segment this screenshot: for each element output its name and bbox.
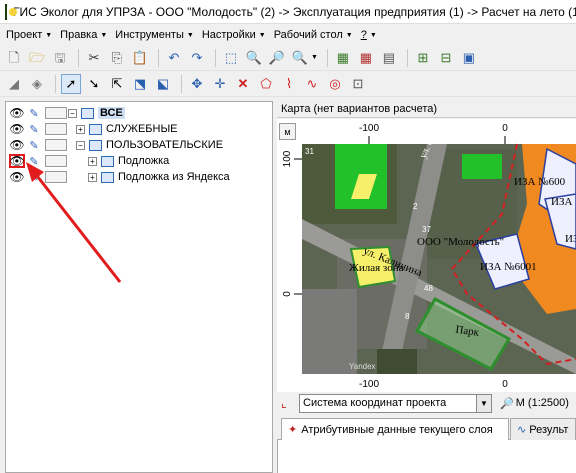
- source-label: ИЗА №600: [514, 176, 566, 188]
- green-zone[interactable]: [462, 154, 502, 179]
- magnifier-icon: 🔎: [500, 397, 514, 410]
- attributes-icon: ✦: [288, 424, 298, 436]
- tab-attributes-label: Атрибутивные данные текущего слоя: [301, 423, 493, 436]
- coordinate-system-select[interactable]: Система координат проекта ▼: [299, 393, 492, 413]
- building-number: 37: [422, 225, 431, 234]
- source-label: ИЗ: [565, 233, 576, 245]
- map-scale-label: М (1:2500): [515, 397, 569, 409]
- map-panel-title: Карта (нет вариантов расчета): [281, 103, 438, 115]
- bottom-tabs: ✦ Атрибутивные данные текущего слоя ∿ Ре…: [277, 418, 576, 440]
- map-svg[interactable]: -100 0 -100 0 100 0 ул. Калинина ул. О Ж…: [277, 119, 576, 392]
- unit-toggle-label: м: [284, 126, 291, 137]
- map-watermark: Yandex: [349, 362, 376, 371]
- ruler-bottom-label: -100: [359, 379, 379, 390]
- ruler-top-label: -100: [359, 123, 379, 134]
- building-number: 48: [424, 284, 433, 293]
- attributes-pane: [277, 440, 576, 473]
- tab-results[interactable]: ∿ Результ: [510, 418, 576, 440]
- tab-results-label: Результ: [529, 423, 569, 436]
- axes-icon: ⌞: [281, 396, 287, 410]
- ruler-left-label: 100: [282, 150, 293, 167]
- chevron-down-icon[interactable]: ▼: [476, 394, 491, 412]
- coordinate-bar: ⌞ Система координат проекта ▼ 🔎 М (1:250…: [277, 392, 576, 414]
- coordinate-system-value: Система координат проекта: [303, 397, 447, 409]
- building-number: 2: [413, 202, 418, 211]
- zone-label: Жилая зона: [349, 262, 404, 274]
- map-canvas[interactable]: -100 0 -100 0 100 0 ул. Калинина ул. О Ж…: [277, 119, 576, 392]
- ruler-left-label: 0: [282, 291, 293, 297]
- map-panel-header: Карта (нет вариантов расчета): [277, 101, 576, 118]
- results-icon: ∿: [517, 424, 527, 436]
- map-scale[interactable]: 🔎 М (1:2500): [500, 397, 569, 410]
- ruler-bottom-label: 0: [502, 379, 508, 390]
- org-label: ООО "Молодость": [417, 236, 504, 248]
- unit-toggle-button[interactable]: м: [279, 123, 296, 140]
- source-label: ИЗА №6001: [480, 261, 537, 273]
- tab-attributes[interactable]: ✦ Атрибутивные данные текущего слоя: [281, 418, 509, 440]
- ruler-top-label: 0: [502, 123, 508, 134]
- building-number: 31: [305, 147, 314, 156]
- building-number: 8: [405, 312, 410, 321]
- source-label: ИЗА: [551, 196, 572, 208]
